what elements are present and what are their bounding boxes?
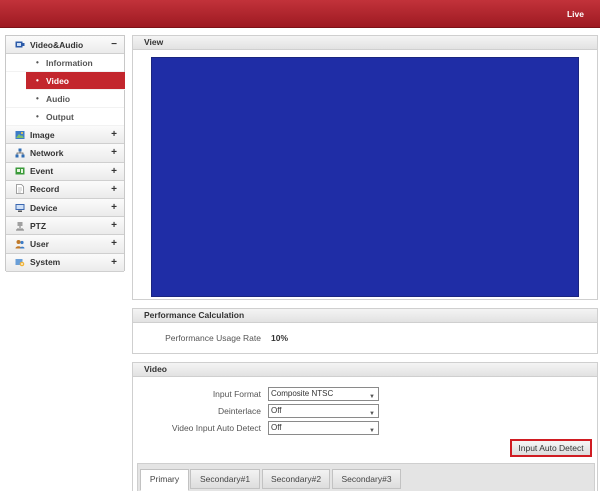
expand-icon[interactable]: + <box>111 220 117 231</box>
device-icon <box>15 203 25 212</box>
auto-detect-row: Video Input Auto Detect Off ▼ <box>133 421 597 435</box>
submenu-item-label: Output <box>46 111 74 122</box>
expand-icon[interactable]: + <box>111 184 117 195</box>
sidebar-item-label: Video&Audio <box>30 39 84 50</box>
bullet-icon: • <box>36 58 39 68</box>
submenu-item-label: Video <box>46 75 69 86</box>
sidebar-item-label: Network <box>30 147 64 158</box>
sidebar-item-label: PTZ <box>30 220 47 231</box>
sidebar-item-device[interactable]: Device + <box>6 198 124 218</box>
bullet-icon: • <box>36 112 39 122</box>
auto-detect-value: Off <box>271 423 282 432</box>
dropdown-arrow-icon: ▼ <box>369 411 375 417</box>
auto-detect-select[interactable]: Off ▼ <box>268 421 379 435</box>
expand-icon[interactable]: + <box>111 257 117 268</box>
submenu-item-label: Information <box>46 57 93 68</box>
sidebar-item-label: Device <box>30 202 58 213</box>
input-auto-detect-button[interactable]: Input Auto Detect <box>510 439 592 457</box>
sidebar-item-record[interactable]: Record + <box>6 180 124 199</box>
view-panel-title: View <box>133 36 597 50</box>
video-preview[interactable] <box>151 57 579 297</box>
sidebar-item-network[interactable]: Network + <box>6 144 124 163</box>
sidebar-item-image[interactable]: Image + <box>6 126 124 145</box>
submenu-item-output[interactable]: • Output <box>6 108 124 127</box>
view-panel: View <box>132 35 598 300</box>
input-format-value: Composite NTSC <box>271 389 334 398</box>
performance-panel: Performance Calculation Performance Usag… <box>132 308 598 354</box>
sidebar-item-label: User <box>30 238 49 249</box>
deinterlace-label: Deinterlace <box>218 406 261 416</box>
performance-usage-label: Performance Usage Rate <box>165 333 261 343</box>
network-icon <box>15 148 25 158</box>
submenu-item-video[interactable]: • Video <box>26 72 125 91</box>
input-format-select[interactable]: Composite NTSC ▼ <box>268 387 379 401</box>
sidebar-item-user[interactable]: User + <box>6 235 124 254</box>
sidebar-item-system[interactable]: System + <box>6 253 124 272</box>
event-icon <box>15 167 25 175</box>
sidebar-item-ptz[interactable]: PTZ + <box>6 217 124 236</box>
submenu-item-audio[interactable]: • Audio <box>6 90 124 109</box>
video-settings-panel: Video Input Format Composite NTSC ▼ Dein… <box>132 362 598 491</box>
expand-icon[interactable]: + <box>111 147 117 158</box>
deinterlace-value: Off <box>271 406 282 415</box>
dropdown-arrow-icon: ▼ <box>369 394 375 400</box>
record-icon <box>16 184 24 195</box>
sidebar-menu: Video&Audio − • Information • Video • Au… <box>5 35 125 272</box>
live-link[interactable]: Live <box>567 9 584 19</box>
deinterlace-row: Deinterlace Off ▼ <box>133 404 597 418</box>
stream-tabs: Primary Secondary#1 Secondary#2 Secondar… <box>137 463 595 491</box>
system-icon <box>15 259 25 267</box>
performance-usage-value: 10% <box>271 333 289 343</box>
video-panel-title: Video <box>133 363 597 377</box>
submenu-item-label: Audio <box>46 93 71 104</box>
image-icon <box>15 130 25 139</box>
sidebar-item-video-audio[interactable]: Video&Audio − <box>6 36 124 55</box>
expand-icon[interactable]: + <box>111 202 117 213</box>
sidebar-item-label: System <box>30 257 61 268</box>
tab-secondary-2[interactable]: Secondary#2 <box>262 469 330 489</box>
sidebar-item-label: Image <box>30 129 55 140</box>
collapse-icon[interactable]: − <box>111 39 117 50</box>
video-audio-icon <box>15 41 25 48</box>
expand-icon[interactable]: + <box>111 238 117 249</box>
auto-detect-label: Video Input Auto Detect <box>171 423 261 433</box>
submenu-item-information[interactable]: • Information <box>6 54 124 73</box>
deinterlace-select[interactable]: Off ▼ <box>268 404 379 418</box>
sidebar-item-label: Event <box>30 166 54 177</box>
expand-icon[interactable]: + <box>111 166 117 177</box>
bullet-icon: • <box>36 94 39 104</box>
performance-panel-title: Performance Calculation <box>133 309 597 323</box>
top-bar: Live <box>0 0 600 28</box>
tab-secondary-3[interactable]: Secondary#3 <box>332 469 401 489</box>
tab-secondary-1[interactable]: Secondary#1 <box>190 469 260 489</box>
input-format-label: Input Format <box>212 389 261 399</box>
dropdown-arrow-icon: ▼ <box>369 428 375 434</box>
user-icon <box>15 239 25 249</box>
bullet-icon: • <box>36 76 39 86</box>
ptz-icon <box>16 221 24 231</box>
tab-primary[interactable]: Primary <box>140 469 189 491</box>
sidebar-item-event[interactable]: Event + <box>6 162 124 181</box>
expand-icon[interactable]: + <box>111 129 117 140</box>
input-format-row: Input Format Composite NTSC ▼ <box>133 387 597 401</box>
sidebar-item-label: Record <box>30 184 60 195</box>
